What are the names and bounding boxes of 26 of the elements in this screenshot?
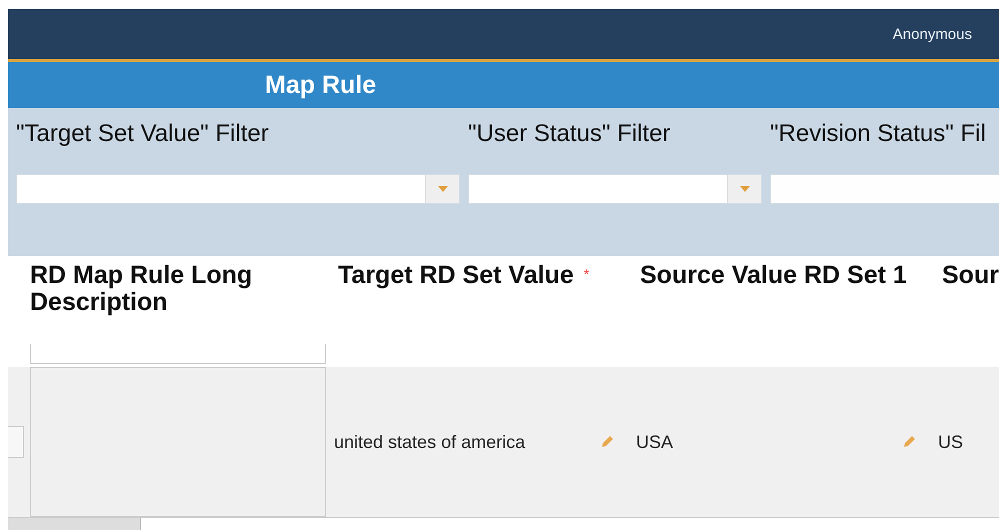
- scrollbar-thumb[interactable]: [8, 518, 141, 530]
- filter-field[interactable]: [468, 174, 762, 204]
- filter-field[interactable]: [770, 174, 999, 204]
- column-header: Source Value RD Set 1: [640, 262, 907, 289]
- pencil-icon[interactable]: [902, 435, 916, 449]
- page-title: Map Rule: [265, 70, 376, 100]
- text-area[interactable]: [30, 344, 326, 364]
- row-selector[interactable]: [8, 426, 24, 458]
- filter-label: "Target Set Value" Filter: [16, 120, 270, 149]
- pencil-icon[interactable]: [600, 435, 614, 449]
- column-header: Sour: [942, 262, 999, 289]
- filter-label: "Revision Status" Fil: [770, 120, 987, 149]
- filter-label: "User Status" Filter: [468, 120, 672, 149]
- dropdown-button[interactable]: [727, 175, 761, 203]
- dropdown-caret-icon: [438, 186, 448, 192]
- table-cell: USA: [636, 432, 674, 452]
- table-cell: US: [938, 432, 964, 452]
- dropdown-button[interactable]: [425, 175, 459, 203]
- required-mark: *: [584, 266, 590, 282]
- dropdown-caret-icon: [740, 186, 750, 192]
- user-name[interactable]: Anonymous: [892, 26, 972, 42]
- column-header: Target RD Set Value: [338, 262, 574, 289]
- text-area[interactable]: [30, 367, 326, 517]
- filter-field[interactable]: [16, 174, 460, 204]
- table-cell: united states of america: [334, 432, 526, 452]
- column-header: RD Map Rule Long Description: [30, 262, 254, 316]
